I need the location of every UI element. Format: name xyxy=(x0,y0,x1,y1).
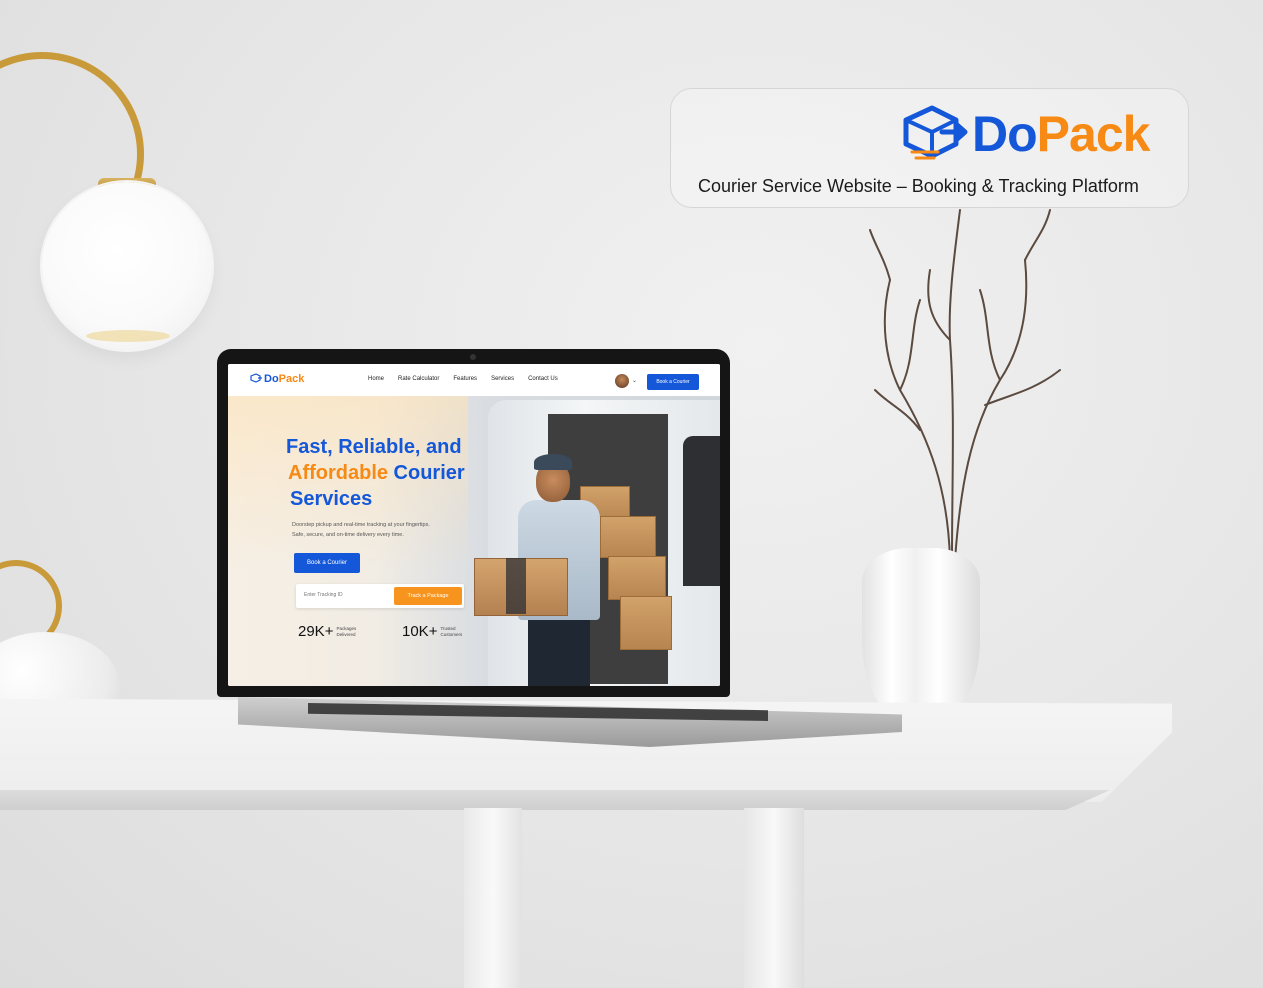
stat-label: Packages Delivered xyxy=(336,626,356,638)
nav-link-rate-calculator[interactable]: Rate Calculator xyxy=(398,376,439,382)
nav-link-features[interactable]: Features xyxy=(453,376,477,382)
lamp-glow xyxy=(86,330,170,342)
van-window xyxy=(683,436,720,586)
courier-package xyxy=(506,558,526,614)
nav-link-services[interactable]: Services xyxy=(491,376,514,382)
hero-subtitle: Doorstep pickup and real-time tracking a… xyxy=(292,520,452,540)
nav-link-contact-us[interactable]: Contact Us xyxy=(528,376,558,382)
stat-label-line: Customers xyxy=(440,631,463,637)
stat-value: 29K+ xyxy=(298,623,334,640)
track-package-button[interactable]: Track a Package xyxy=(394,587,462,605)
cargo-box xyxy=(620,596,672,650)
laptop-screen: DoPack Home Rate Calculator Features Ser… xyxy=(228,364,720,686)
hero-title-line-2: Affordable Courier xyxy=(286,460,465,486)
stat-customers: 10K+ Trusted Customers xyxy=(402,623,462,640)
brand-name: DoPack xyxy=(972,104,1151,164)
cargo-box xyxy=(608,556,666,600)
courier-person xyxy=(534,454,572,470)
nav-link-home[interactable]: Home xyxy=(368,376,384,382)
stat-label-line: Delivered xyxy=(336,631,356,637)
table-edge xyxy=(0,790,1110,810)
nav-logo[interactable]: DoPack xyxy=(264,373,304,385)
nav-links: Home Rate Calculator Features Services C… xyxy=(368,376,558,382)
courier-person xyxy=(528,616,590,686)
tracking-form: Track a Package xyxy=(296,584,464,608)
stat-label-line: Packages xyxy=(336,625,357,631)
tracking-id-input[interactable] xyxy=(304,592,384,598)
hero-subtitle-line-2: Safe, secure, and on-time delivery every… xyxy=(292,532,404,538)
webcam xyxy=(470,354,476,360)
hero-title: Fast, Reliable, and Affordable Courier S… xyxy=(286,434,465,512)
nav-box-logo-icon xyxy=(250,373,262,383)
book-courier-button[interactable]: Book a Courier xyxy=(294,553,360,573)
hero-section: Fast, Reliable, and Affordable Courier S… xyxy=(228,396,720,686)
stat-packages: 29K+ Packages Delivered xyxy=(298,623,356,640)
site-navbar: DoPack Home Rate Calculator Features Ser… xyxy=(228,364,720,397)
hero-title-accent: Affordable xyxy=(288,462,388,484)
nav-logo-pack: Pack xyxy=(278,373,305,385)
brand-name-pack: Pack xyxy=(1036,106,1151,162)
stat-value: 10K+ xyxy=(402,623,438,640)
nav-book-courier-button[interactable]: Book a Courier xyxy=(647,374,699,390)
user-avatar-icon[interactable] xyxy=(615,374,629,388)
table-leg xyxy=(744,808,804,988)
cargo-box xyxy=(600,516,656,558)
box-logo-icon xyxy=(903,105,968,160)
hero-title-rest: Courier xyxy=(388,462,465,484)
branches-decor xyxy=(869,209,1061,560)
lamp-globe xyxy=(42,182,212,350)
nav-logo-do: Do xyxy=(264,373,279,385)
hero-title-line-3: Services xyxy=(290,488,373,510)
stat-label: Trusted Customers xyxy=(440,626,462,638)
brand-name-do: Do xyxy=(972,106,1038,162)
chevron-down-icon[interactable]: ⌄ xyxy=(632,377,637,384)
vase xyxy=(862,548,980,714)
hero-title-line-1: Fast, Reliable, and xyxy=(286,436,462,458)
hero-subtitle-line-1: Doorstep pickup and real-time tracking a… xyxy=(292,522,430,528)
table-leg xyxy=(464,808,522,988)
